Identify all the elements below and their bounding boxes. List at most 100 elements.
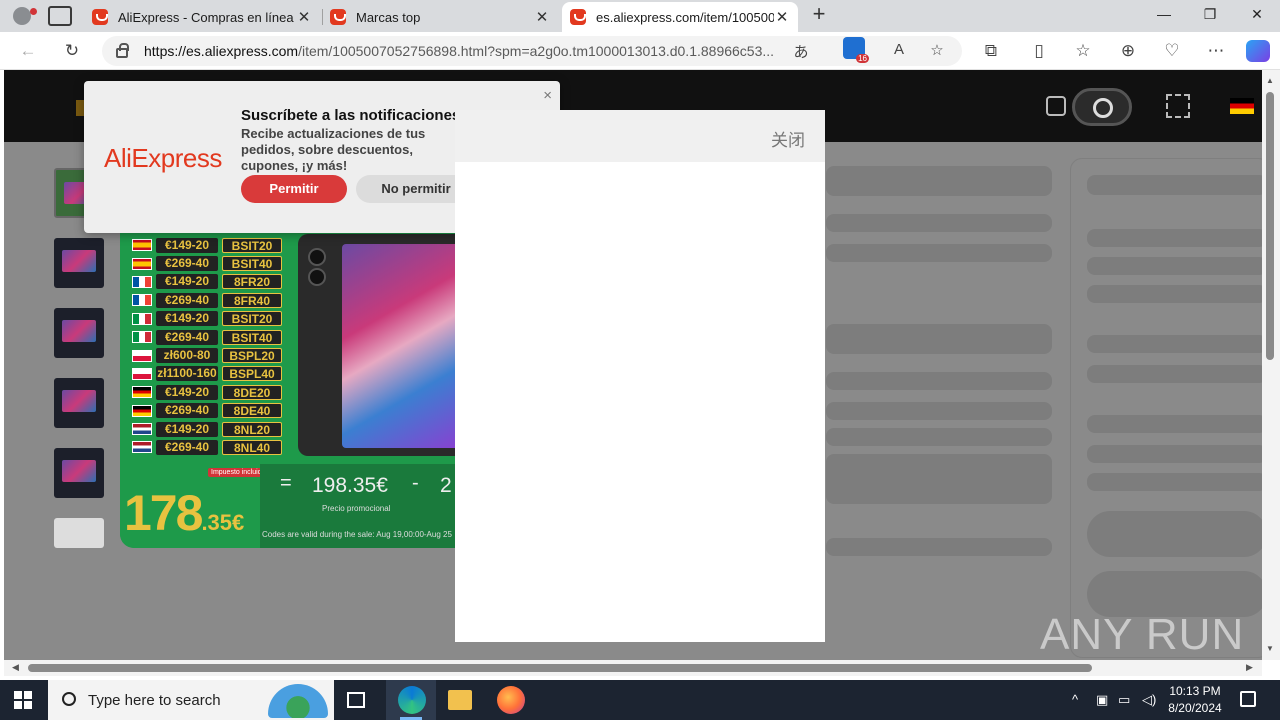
modal-header: 关闭	[455, 110, 825, 162]
search-placeholder: Type here to search	[88, 691, 221, 709]
coupon-code: 8NL40	[222, 439, 282, 455]
scroll-up-icon[interactable]: ▲	[1266, 76, 1274, 85]
image-search-icon[interactable]	[1046, 96, 1066, 116]
tab-aliexpress-home[interactable]: AliExpress - Compras en línea pa ✕	[84, 2, 320, 32]
coupon-value: €149-20	[156, 384, 218, 400]
close-prompt-icon[interactable]: ×	[543, 87, 552, 104]
coupon-value: €149-20	[156, 237, 218, 253]
windows-start-icon[interactable]	[14, 691, 32, 709]
coupon-code: BSIT40	[222, 256, 282, 272]
favorite-star-icon[interactable]: ☆	[926, 41, 948, 61]
tab-title: es.aliexpress.com/item/10050070	[596, 9, 774, 25]
product-thumbnail[interactable]	[54, 448, 104, 498]
firefox-icon[interactable]	[497, 686, 525, 714]
taskbar-clock[interactable]: 10:13 PM 8/20/2024	[1160, 683, 1230, 717]
coupon-value: €269-40	[156, 439, 218, 455]
coupon-code: BSPL40	[222, 366, 282, 382]
extension-shield-icon[interactable]: 16	[843, 37, 869, 63]
app-grid-icon[interactable]	[1166, 94, 1190, 118]
close-tab-icon[interactable]: ✕	[296, 8, 312, 26]
taskbar-search-box[interactable]: Type here to search	[48, 680, 334, 720]
close-tab-icon[interactable]: ✕	[774, 8, 790, 26]
network-icon[interactable]: ▭	[1118, 692, 1130, 708]
more-menu-icon[interactable]: ⋯	[1204, 40, 1228, 62]
loading-placeholder	[826, 324, 1052, 354]
coupon-code: 8NL20	[222, 421, 282, 437]
loading-placeholder	[826, 538, 1052, 556]
translate-icon[interactable]: あ	[790, 41, 812, 61]
scroll-left-icon[interactable]: ◀	[12, 662, 19, 673]
language-flag-icon[interactable]	[1230, 98, 1254, 114]
loading-placeholder	[826, 372, 1052, 390]
final-price: 178.35€	[124, 485, 245, 541]
volume-icon[interactable]: ◁)	[1142, 692, 1156, 708]
coupon-code-row: €149-20 BSIT20	[132, 236, 282, 254]
tab-actions-icon[interactable]	[48, 6, 72, 26]
coupon-value: zł600-80	[156, 348, 218, 364]
tab-title: Marcas top	[356, 9, 421, 25]
buy-box-panel	[1070, 158, 1262, 658]
profile-button[interactable]	[8, 4, 37, 28]
minimize-button[interactable]: —	[1152, 6, 1176, 26]
tray-chevron-icon[interactable]: ^	[1072, 692, 1078, 707]
country-flag-icon	[132, 275, 152, 288]
new-tab-button[interactable]: +	[808, 3, 830, 26]
product-thumbnail[interactable]	[54, 378, 104, 428]
coupon-value: €269-40	[156, 256, 218, 272]
modal-close-button[interactable]: 关闭	[771, 126, 805, 151]
anyrun-watermark: ANY RUN	[1040, 610, 1245, 659]
coupon-value: €269-40	[156, 329, 218, 345]
horizontal-scrollbar[interactable]: ◀ ▶	[4, 660, 1262, 676]
product-main-image[interactable]: €149-20 BSIT20 €269-40 BSIT40 €149-20 8FR20 €2…	[120, 232, 460, 548]
clock-date: 8/20/2024	[1168, 701, 1222, 715]
profile-alert-dot	[30, 8, 37, 15]
tab-title: AliExpress - Compras en línea pa	[118, 9, 296, 25]
extensions-icon[interactable]: ⧉	[979, 40, 1003, 62]
price-breakdown: = 198.35€ Precio promocional - 2 Codes a…	[260, 464, 460, 548]
split-screen-icon[interactable]: ▯	[1027, 40, 1051, 62]
close-tab-icon[interactable]: ✕	[534, 8, 550, 26]
tab-aliexpress-item[interactable]: es.aliexpress.com/item/10050070 ✕	[562, 2, 798, 32]
product-thumbnail[interactable]	[54, 518, 104, 548]
coupon-value: €149-20	[156, 311, 218, 327]
address-bar[interactable]: https://es.aliexpress.com/item/100500705…	[102, 36, 962, 66]
vertical-scroll-thumb[interactable]	[1266, 92, 1274, 360]
refresh-icon[interactable]: ↻	[60, 40, 84, 62]
country-flag-icon	[132, 367, 152, 380]
scroll-down-icon[interactable]: ▼	[1266, 644, 1274, 653]
lock-icon[interactable]	[116, 43, 129, 58]
notification-center-icon[interactable]	[1240, 691, 1256, 707]
scroll-right-icon[interactable]: ▶	[1246, 662, 1253, 673]
restore-button[interactable]: ❐	[1198, 6, 1222, 26]
read-aloud-icon[interactable]: A	[888, 41, 910, 61]
coupon-code-row: €149-20 8DE20	[132, 383, 282, 401]
loading-placeholder	[826, 402, 1052, 420]
coupon-code: 8FR20	[222, 274, 282, 290]
horizontal-scroll-thumb[interactable]	[28, 664, 1092, 672]
coupon-code-row: €149-20 8FR20	[132, 273, 282, 291]
loading-placeholder	[826, 214, 1052, 232]
collections-icon[interactable]: ⊕	[1116, 40, 1140, 62]
file-explorer-icon[interactable]	[448, 690, 472, 710]
coupon-code-row: €269-40 8NL40	[132, 438, 282, 456]
browser-essentials-icon[interactable]: ♡	[1160, 40, 1184, 62]
vertical-scrollbar[interactable]: ▲ ▼	[1262, 70, 1280, 660]
close-window-button[interactable]: ✕	[1245, 6, 1269, 26]
url-text[interactable]: https://es.aliexpress.com/item/100500705…	[144, 43, 784, 59]
search-button[interactable]	[1072, 88, 1132, 126]
country-flag-icon	[132, 349, 152, 362]
favorites-icon[interactable]: ☆	[1071, 40, 1095, 62]
tab-marcas-top[interactable]: Marcas top ✕	[322, 2, 558, 32]
copilot-icon[interactable]	[1246, 40, 1270, 62]
product-thumbnail[interactable]	[54, 308, 104, 358]
coupon-code: BSPL20	[222, 348, 282, 364]
allow-notifications-button[interactable]: Permitir	[241, 175, 347, 203]
back-arrow-icon[interactable]: ←	[16, 40, 40, 62]
coupon-code: 8DE20	[222, 384, 282, 400]
task-view-icon[interactable]	[347, 692, 365, 708]
device-icon[interactable]: ▣	[1096, 692, 1108, 708]
windows-taskbar: Type here to search ^ ▣ ▭ ◁) 10:13 PM 8/…	[0, 680, 1280, 720]
product-thumbnail[interactable]	[54, 238, 104, 288]
edge-browser-icon[interactable]	[398, 686, 426, 714]
aliexpress-favicon-icon	[570, 9, 586, 25]
